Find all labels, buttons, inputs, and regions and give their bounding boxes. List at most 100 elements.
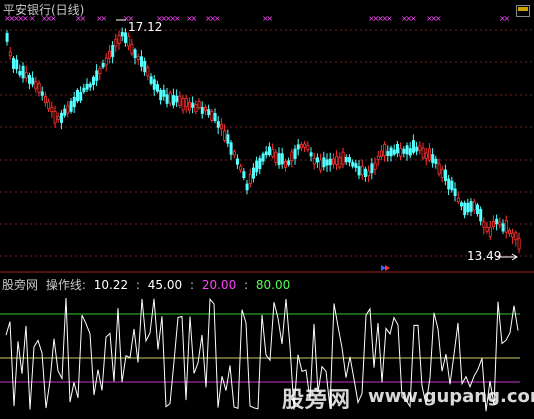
chart-title: 平安银行(日线) (3, 3, 85, 17)
candle (274, 149, 278, 166)
candle (424, 147, 428, 166)
candle (443, 164, 447, 186)
candle (15, 55, 19, 74)
candle (210, 109, 214, 123)
candle (79, 86, 83, 104)
candle (421, 142, 425, 161)
candle (69, 97, 73, 114)
candle (507, 227, 511, 237)
candle (197, 98, 201, 110)
candle (162, 84, 166, 101)
candle (271, 143, 275, 159)
candle (50, 101, 54, 119)
candle (309, 147, 313, 162)
candle (155, 80, 159, 94)
candle (8, 47, 12, 60)
candle (392, 144, 396, 157)
candle (95, 64, 99, 87)
candle (459, 200, 463, 211)
candle (395, 140, 399, 158)
x-signal-icon: × (267, 14, 274, 23)
candle (171, 88, 175, 109)
candle (88, 81, 92, 92)
candle (251, 163, 255, 183)
candle (469, 198, 473, 217)
candle (411, 134, 415, 155)
candle (235, 154, 239, 169)
candle (139, 50, 143, 72)
candle (498, 217, 502, 229)
candle (216, 116, 220, 135)
candle (248, 168, 252, 188)
candle (5, 30, 9, 46)
x-signal-icon: × (410, 14, 417, 23)
candle (37, 80, 41, 97)
candle (76, 88, 80, 104)
candle (213, 108, 217, 124)
candle (277, 147, 281, 169)
candle (239, 163, 243, 173)
candle (207, 104, 211, 118)
candle (31, 71, 35, 88)
candle (434, 155, 438, 169)
watermark-text: 股旁网 (282, 388, 352, 413)
candle (315, 153, 319, 168)
candle (18, 64, 22, 78)
candle (184, 94, 188, 113)
candle (319, 153, 323, 174)
candle (261, 151, 265, 166)
candle (287, 157, 291, 167)
candle (472, 198, 476, 214)
candle (363, 166, 367, 182)
candle (322, 151, 326, 171)
candle (47, 98, 51, 113)
candle (482, 217, 486, 235)
candle (242, 168, 246, 181)
candle (475, 202, 479, 217)
candle (501, 219, 505, 235)
candle (187, 97, 191, 114)
candle (264, 146, 268, 159)
candle (402, 146, 406, 158)
candle (450, 176, 454, 193)
candle (124, 28, 128, 47)
price-gridlines (0, 29, 534, 257)
candle (280, 147, 284, 169)
candle (44, 92, 48, 107)
candle (383, 141, 387, 162)
candle (312, 152, 316, 170)
candle (136, 53, 140, 65)
x-signal-icon: × (191, 14, 198, 23)
candle (511, 228, 515, 244)
candle (293, 145, 297, 165)
x-signal-icon: × (386, 14, 393, 23)
candle (389, 145, 393, 162)
candle (504, 215, 508, 239)
candle (255, 156, 259, 176)
candle (229, 140, 233, 160)
candle (194, 100, 198, 115)
candle (60, 109, 64, 130)
x-signal-icon: × (214, 14, 221, 23)
candle (108, 44, 112, 64)
candle (11, 56, 15, 73)
candle (453, 182, 457, 202)
candle (427, 143, 431, 163)
candle (351, 159, 355, 169)
candle (370, 158, 374, 180)
candle (495, 214, 499, 231)
candle (127, 32, 131, 51)
candle (267, 142, 271, 157)
candle (376, 151, 380, 167)
window-toggle-icon[interactable] (516, 2, 530, 17)
candle (431, 148, 435, 168)
candle (226, 129, 230, 148)
candle (92, 75, 96, 91)
candle (405, 142, 409, 161)
candle (98, 65, 102, 81)
candle (111, 41, 115, 64)
candle (149, 73, 153, 86)
candle (354, 159, 358, 172)
chart-canvas[interactable]: ××××× × ××× ×× ×× ×× ××××× ×× ××× ×× ××××× ××× ××× ××… (0, 0, 534, 419)
candlestick-series[interactable] (5, 27, 521, 254)
